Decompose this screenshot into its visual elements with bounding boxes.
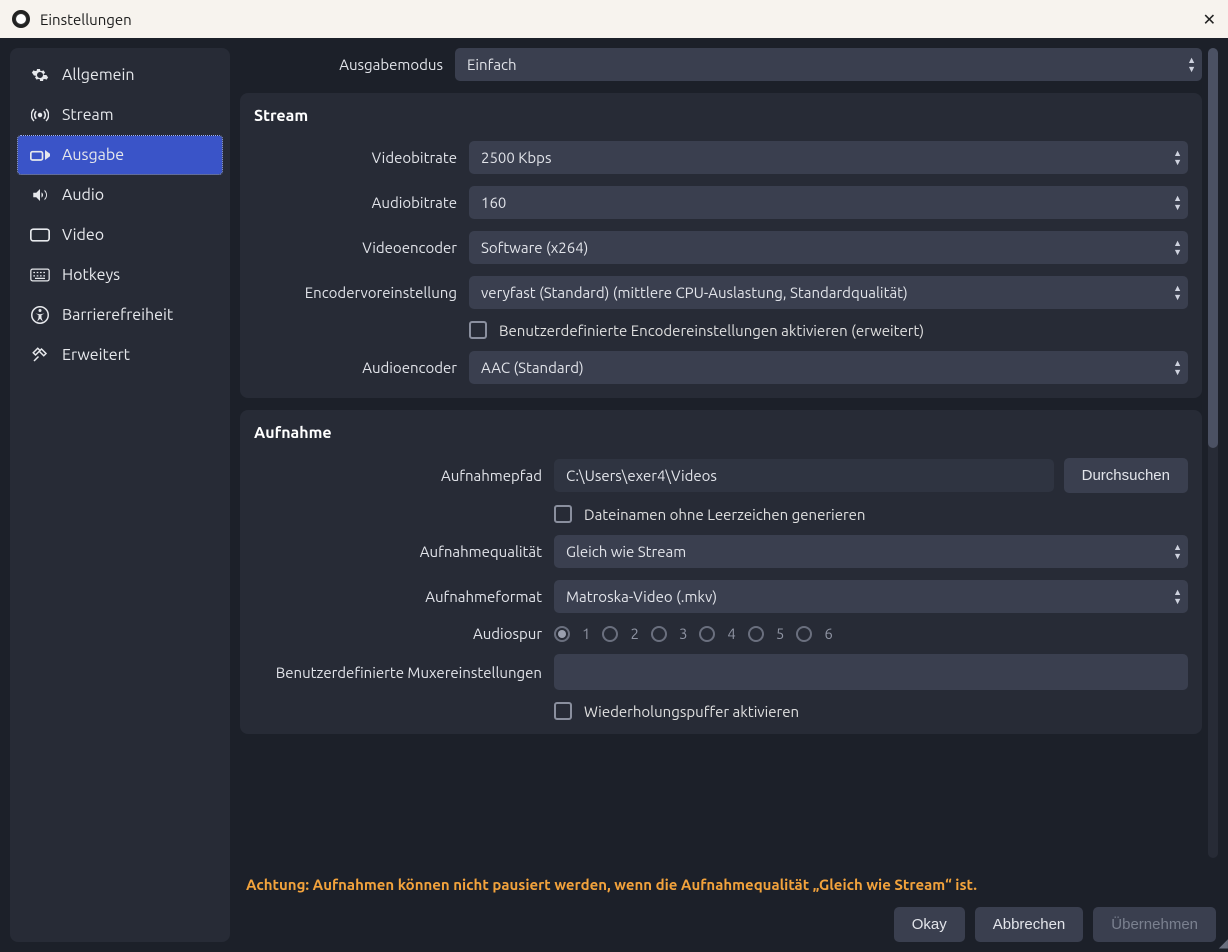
custom-encoder-label: Benutzerdefinierte Encodereinstellungen …	[499, 322, 924, 339]
chevron-updown-icon: ▲▼	[1173, 543, 1182, 561]
sidebar-item-label: Hotkeys	[62, 266, 120, 284]
output-mode-label: Ausgabemodus	[240, 56, 455, 73]
audiotrack-group: 1 2 3 4 5 6	[554, 625, 1188, 642]
chevron-updown-icon: ▲▼	[1173, 149, 1182, 167]
nospace-label: Dateinamen ohne Leerzeichen generieren	[584, 506, 866, 523]
sidebar-item-accessibility[interactable]: Barrierefreiheit	[18, 296, 222, 334]
broadcast-icon	[30, 106, 50, 124]
sidebar-item-advanced[interactable]: Erweitert	[18, 336, 222, 374]
muxer-settings-input[interactable]	[554, 654, 1188, 690]
output-mode-select[interactable]: Einfach ▲▼	[455, 48, 1202, 81]
chevron-updown-icon: ▲▼	[1173, 194, 1182, 212]
dialog-button-bar: Okay Abbrechen Übernehmen	[240, 903, 1218, 942]
sidebar-item-label: Erweitert	[62, 346, 130, 364]
replay-buffer-label: Wiederholungspuffer aktivieren	[584, 703, 799, 720]
obs-app-icon	[12, 10, 30, 28]
recording-path-label: Aufnahmepfad	[254, 467, 554, 484]
chevron-updown-icon: ▲▼	[1173, 588, 1182, 606]
replay-buffer-checkbox[interactable]	[554, 702, 572, 720]
audio-bitrate-label: Audiobitrate	[254, 194, 469, 211]
nospace-checkbox[interactable]	[554, 505, 572, 523]
tools-icon	[30, 346, 50, 364]
audiotrack-radio-5[interactable]	[748, 626, 764, 642]
audio-icon	[30, 186, 50, 204]
muxer-settings-label: Benutzerdefinierte Muxereinstellungen	[254, 664, 554, 681]
stream-panel: Stream Videobitrate 2500 Kbps ▲▼	[240, 93, 1202, 398]
sidebar-item-label: Barrierefreiheit	[62, 306, 173, 324]
audio-encoder-select[interactable]: AAC (Standard) ▲▼	[469, 351, 1188, 384]
settings-sidebar: Allgemein Stream Ausgabe Audio Video Hot…	[10, 48, 230, 942]
sidebar-item-general[interactable]: Allgemein	[18, 56, 222, 94]
video-bitrate-input[interactable]: 2500 Kbps ▲▼	[469, 141, 1188, 174]
custom-encoder-checkbox[interactable]	[469, 321, 487, 339]
apply-button[interactable]: Übernehmen	[1093, 907, 1216, 942]
chevron-updown-icon: ▲▼	[1173, 359, 1182, 377]
audiotrack-radio-2[interactable]	[602, 626, 618, 642]
recording-format-select[interactable]: Matroska-Video (.mkv) ▲▼	[554, 580, 1188, 613]
sidebar-item-label: Allgemein	[62, 66, 134, 84]
encoder-preset-select[interactable]: veryfast (Standard) (mittlere CPU-Auslas…	[469, 276, 1188, 309]
browse-button[interactable]: Durchsuchen	[1064, 458, 1188, 493]
recording-path-input[interactable]: C:\Users\exer4\Videos	[554, 459, 1054, 492]
audiotrack-radio-6[interactable]	[796, 626, 812, 642]
window-body: Allgemein Stream Ausgabe Audio Video Hot…	[0, 38, 1228, 952]
video-bitrate-label: Videobitrate	[254, 149, 469, 166]
accessibility-icon	[30, 306, 50, 324]
sidebar-item-label: Video	[62, 226, 104, 244]
chevron-updown-icon: ▲▼	[1173, 239, 1182, 257]
sidebar-item-output[interactable]: Ausgabe	[18, 136, 222, 174]
ok-button[interactable]: Okay	[894, 907, 965, 942]
audiotrack-radio-1[interactable]	[554, 626, 570, 642]
audiotrack-radio-4[interactable]	[699, 626, 715, 642]
audiotrack-label: Audiospur	[254, 625, 554, 642]
sidebar-item-hotkeys[interactable]: Hotkeys	[18, 256, 222, 294]
recording-format-label: Aufnahmeformat	[254, 588, 554, 605]
audio-bitrate-select[interactable]: 160 ▲▼	[469, 186, 1188, 219]
content-scrollbar[interactable]	[1208, 48, 1218, 858]
video-encoder-label: Videoencoder	[254, 239, 469, 256]
video-icon	[30, 228, 50, 242]
video-encoder-select[interactable]: Software (x264) ▲▼	[469, 231, 1188, 264]
chevron-updown-icon: ▲▼	[1173, 284, 1182, 302]
chevron-updown-icon: ▲▼	[1187, 56, 1196, 74]
titlebar: Einstellungen ✕	[0, 0, 1228, 38]
encoder-preset-label: Encodervoreinstellung	[254, 284, 469, 301]
keyboard-icon	[30, 268, 50, 282]
output-icon	[30, 147, 50, 163]
recording-panel-title: Aufnahme	[254, 424, 1188, 442]
sidebar-item-audio[interactable]: Audio	[18, 176, 222, 214]
recording-panel: Aufnahme Aufnahmepfad C:\Users\exer4\Vid…	[240, 410, 1202, 734]
audiotrack-radio-3[interactable]	[651, 626, 667, 642]
window-title: Einstellungen	[40, 11, 132, 28]
sidebar-item-stream[interactable]: Stream	[18, 96, 222, 134]
sidebar-item-video[interactable]: Video	[18, 216, 222, 254]
close-icon[interactable]: ✕	[1203, 10, 1216, 29]
audio-encoder-label: Audioencoder	[254, 359, 469, 376]
cancel-button[interactable]: Abbrechen	[975, 907, 1084, 942]
sidebar-item-label: Ausgabe	[62, 146, 124, 164]
gear-icon	[30, 66, 50, 84]
stream-panel-title: Stream	[254, 107, 1188, 125]
recording-quality-select[interactable]: Gleich wie Stream ▲▼	[554, 535, 1188, 568]
resize-grip-icon[interactable]: ◢	[1219, 936, 1226, 950]
sidebar-item-label: Audio	[62, 186, 104, 204]
recording-quality-label: Aufnahmequalität	[254, 543, 554, 560]
sidebar-item-label: Stream	[62, 106, 114, 124]
warning-text: Achtung: Aufnahmen können nicht pausiert…	[246, 876, 1218, 893]
